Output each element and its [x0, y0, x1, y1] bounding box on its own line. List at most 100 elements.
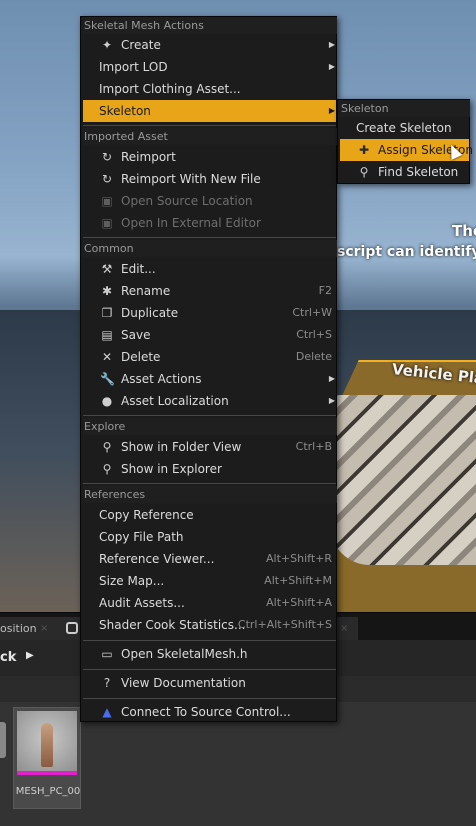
vehicle-mesh	[330, 395, 476, 565]
shortcut-label: Alt+Shift+M	[264, 574, 332, 587]
section-header-references: References	[83, 486, 337, 503]
menu-item-copy-reference[interactable]: Copy Reference	[83, 504, 336, 526]
menu-item-rename[interactable]: ✱ Rename F2	[83, 280, 336, 302]
chevron-right-icon[interactable]: ▶	[26, 650, 34, 661]
submenu-arrow-icon: ▶	[328, 106, 335, 115]
menu-item-connect-to-source-control[interactable]: ▲ Connect To Source Control...	[83, 701, 336, 723]
menu-item-label: Open SkeletalMesh.h	[121, 647, 248, 661]
code-icon: ▭	[101, 647, 113, 661]
menu-item-label: Open Source Location	[121, 194, 253, 208]
menu-item-label: Asset Actions	[121, 372, 202, 386]
shortcut-label: Ctrl+B	[295, 440, 332, 453]
menu-item-label: Delete	[121, 350, 161, 364]
menu-item-skeleton[interactable]: Skeleton ▶	[83, 100, 336, 122]
menu-item-label: Edit...	[121, 262, 156, 276]
character-figure	[41, 723, 53, 767]
menu-divider	[83, 698, 336, 699]
wrench-icon: 🔧	[100, 372, 115, 386]
menu-item-label: Reference Viewer...	[99, 552, 215, 566]
menu-divider	[83, 125, 336, 126]
section-header-explore: Explore	[83, 418, 337, 435]
close-icon[interactable]: ×	[40, 617, 48, 641]
submenu-arrow-icon: ▶	[328, 62, 335, 71]
globe-icon: ●	[101, 394, 113, 408]
magnifier-icon: ⚲	[102, 462, 112, 476]
create-icon: ✦	[101, 38, 113, 52]
shortcut-label: Ctrl+W	[292, 306, 332, 319]
menu-item-edit[interactable]: ⚒ Edit...	[83, 258, 336, 280]
menu-item-copy-file-path[interactable]: Copy File Path	[83, 526, 336, 548]
menu-divider	[83, 415, 336, 416]
save-icon: ▤	[101, 328, 113, 342]
submenu-arrow-icon: ▶	[328, 374, 335, 383]
path-segment[interactable]: ck	[0, 650, 16, 665]
section-header-common: Common	[83, 240, 337, 257]
menu-divider	[83, 237, 336, 238]
menu-item-asset-localization[interactable]: ● Asset Localization ▶	[83, 390, 336, 412]
menu-item-size-map[interactable]: Size Map... Alt+Shift+M	[83, 570, 336, 592]
menu-item-label: Connect To Source Control...	[121, 705, 291, 719]
tab-label: osition	[0, 622, 37, 635]
rename-icon: ✱	[101, 284, 113, 298]
menu-item-create-skeleton[interactable]: Create Skeleton	[340, 117, 469, 139]
menu-item-label: Duplicate	[121, 306, 179, 320]
shortcut-label: Delete	[295, 350, 332, 363]
section-header-skeleton: Skeleton	[340, 100, 470, 117]
folder-disabled-icon: ▣	[101, 194, 113, 208]
menu-item-view-documentation[interactable]: ? View Documentation	[83, 672, 336, 694]
menu-item-create[interactable]: ✦ Create ▶	[83, 34, 336, 56]
menu-item-open-source-location: ▣ Open Source Location	[83, 190, 336, 212]
menu-item-reimport[interactable]: ↻ Reimport	[83, 146, 336, 168]
menu-item-duplicate[interactable]: ❐ Duplicate Ctrl+W	[83, 302, 336, 324]
menu-item-show-in-folder-view[interactable]: ⚲ Show in Folder View Ctrl+B	[83, 436, 336, 458]
menu-item-label: Copy File Path	[99, 530, 184, 544]
menu-divider	[83, 640, 336, 641]
menu-item-label: Import Clothing Asset...	[99, 82, 241, 96]
menu-item-open-in-external-editor: ▣ Open In External Editor	[83, 212, 336, 234]
menu-item-delete[interactable]: ✕ Delete Delete	[83, 346, 336, 368]
duplicate-icon: ❐	[101, 306, 113, 320]
menu-item-label: Save	[121, 328, 151, 342]
magnifier-icon: ⚲	[102, 440, 112, 454]
external-editor-disabled-icon: ▣	[101, 216, 113, 230]
menu-item-find-skeleton[interactable]: ⚲ Find Skeleton	[340, 161, 469, 183]
menu-item-import-lod[interactable]: Import LOD ▶	[83, 56, 336, 78]
shortcut-label: Alt+Shift+R	[266, 552, 332, 565]
collapsed-panel-handle[interactable]	[0, 722, 6, 758]
menu-item-label: Create Skeleton	[356, 121, 452, 135]
menu-item-asset-actions[interactable]: 🔧 Asset Actions ▶	[83, 368, 336, 390]
section-header-imported-asset: Imported Asset	[83, 128, 337, 145]
menu-item-audit-assets[interactable]: Audit Assets... Alt+Shift+A	[83, 592, 336, 614]
close-icon[interactable]: ×	[340, 617, 348, 641]
assign-skeleton-icon: ✚	[358, 143, 370, 157]
reimport-icon: ↻	[101, 150, 113, 164]
viewport-overlay-text: These I	[452, 222, 476, 240]
skeleton-submenu: Skeleton Create Skeleton ✚ Assign Skelet…	[337, 99, 473, 184]
menu-item-save[interactable]: ▤ Save Ctrl+S	[83, 324, 336, 346]
content-browser-icon	[66, 622, 78, 634]
menu-item-reference-viewer[interactable]: Reference Viewer... Alt+Shift+R	[83, 548, 336, 570]
menu-item-label: Show in Folder View	[121, 440, 242, 454]
menu-item-open-skeletalmesh-h[interactable]: ▭ Open SkeletalMesh.h	[83, 643, 336, 665]
asset-thumbnail	[17, 711, 77, 775]
menu-item-reimport-with-new-file[interactable]: ↻ Reimport With New File	[83, 168, 336, 190]
tab-composition[interactable]: osition	[0, 617, 58, 641]
menu-item-label: View Documentation	[121, 676, 246, 690]
viewport-overlay-text: script can identify and	[337, 244, 476, 260]
menu-item-label: Reimport	[121, 150, 176, 164]
asset-context-menu: Skeletal Mesh Actions ✦ Create ▶ Import …	[80, 16, 337, 722]
reimport-file-icon: ↻	[101, 172, 113, 186]
menu-item-label: Open In External Editor	[121, 216, 261, 230]
menu-item-import-clothing-asset[interactable]: Import Clothing Asset...	[83, 78, 336, 100]
menu-item-show-in-explorer[interactable]: ⚲ Show in Explorer	[83, 458, 336, 480]
delete-icon: ✕	[101, 350, 113, 364]
menu-item-shader-cook-statistics[interactable]: Shader Cook Statistics... Ctrl+Alt+Shift…	[83, 614, 336, 636]
shortcut-label: Ctrl+Alt+Shift+S	[237, 618, 332, 631]
menu-item-label: Copy Reference	[99, 508, 194, 522]
asset-name: MESH_PC_00	[15, 786, 81, 797]
asset-tile[interactable]: MESH_PC_00	[13, 707, 81, 809]
menu-item-label: Import LOD	[99, 60, 168, 74]
menu-item-label: Asset Localization	[121, 394, 229, 408]
section-header-skeletal-mesh-actions: Skeletal Mesh Actions	[83, 17, 337, 34]
menu-divider	[83, 483, 336, 484]
